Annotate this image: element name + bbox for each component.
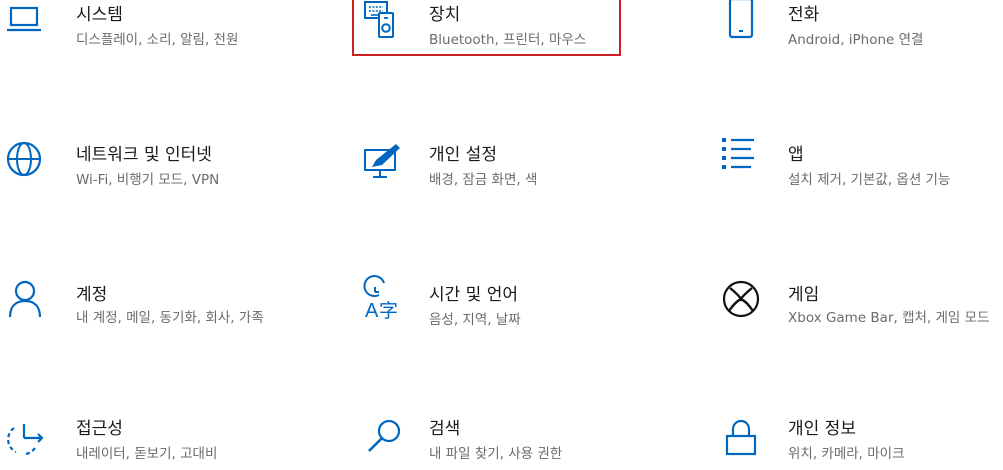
tile-title: 게임 — [788, 285, 820, 305]
svg-text:A: A — [365, 300, 379, 322]
tile-description: Wi-Fi, 비행기 모드, VPN — [76, 172, 220, 188]
tile-description: 내 파일 찾기, 사용 권한 — [429, 446, 563, 462]
tile-title: 검색 — [429, 419, 461, 439]
tile-title: 전화 — [788, 5, 820, 25]
laptop-icon — [6, 2, 46, 42]
tile-accounts[interactable]: 계정 내 계정, 메일, 동기화, 회사, 가족 — [6, 280, 336, 350]
tile-description: Bluetooth, 프린터, 마우스 — [429, 32, 587, 48]
phone-icon — [722, 0, 762, 39]
tile-description: Android, iPhone 연결 — [788, 32, 924, 48]
tile-accessibility[interactable]: 접근성 내레이터, 돋보기, 고대비 — [6, 418, 336, 470]
personalization-icon — [364, 142, 404, 182]
tile-description: 위치, 카메라, 마이크 — [788, 446, 905, 462]
apps-list-icon — [722, 137, 762, 177]
tile-search[interactable]: 검색 내 파일 찾기, 사용 권한 — [364, 418, 664, 470]
lock-icon — [722, 416, 762, 456]
tile-system[interactable]: 시스템 디스플레이, 소리, 알림, 전원 — [6, 0, 336, 60]
time-language-icon: A 字 — [363, 275, 404, 322]
tile-title: 시간 및 언어 — [429, 285, 519, 305]
tile-description: 내 계정, 메일, 동기화, 회사, 가족 — [76, 310, 264, 326]
tile-phone[interactable]: 전화 Android, iPhone 연결 — [722, 0, 1002, 60]
person-icon — [6, 280, 46, 320]
xbox-icon — [722, 280, 762, 320]
tile-title: 시스템 — [76, 5, 123, 25]
tile-description: Xbox Game Bar, 캡처, 게임 모드 — [788, 310, 990, 326]
tile-description: 디스플레이, 소리, 알림, 전원 — [76, 32, 239, 48]
svg-text:字: 字 — [379, 300, 398, 322]
tile-description: 내레이터, 돋보기, 고대비 — [76, 446, 218, 462]
devices-icon — [364, 0, 404, 40]
tile-network[interactable]: 네트워크 및 인터넷 Wi-Fi, 비행기 모드, VPN — [6, 140, 336, 200]
tile-devices[interactable]: 장치 Bluetooth, 프린터, 마우스 — [364, 0, 664, 60]
tile-description: 음성, 지역, 날짜 — [429, 312, 521, 328]
tile-title: 네트워크 및 인터넷 — [76, 145, 212, 165]
tile-title: 장치 — [429, 5, 461, 25]
tile-description: 설치 제거, 기본값, 옵션 기능 — [788, 172, 951, 188]
tile-gaming[interactable]: 게임 Xbox Game Bar, 캡처, 게임 모드 — [722, 280, 1002, 350]
tile-description: 배경, 잠금 화면, 색 — [429, 172, 538, 188]
tile-title: 개인 정보 — [788, 419, 856, 439]
tile-title: 접근성 — [76, 419, 123, 439]
tile-title: 개인 설정 — [429, 145, 497, 165]
tile-personalization[interactable]: 개인 설정 배경, 잠금 화면, 색 — [364, 140, 664, 200]
accessibility-icon — [6, 420, 46, 460]
tile-title: 앱 — [788, 145, 804, 165]
search-icon — [364, 418, 404, 458]
tile-title: 계정 — [76, 285, 108, 305]
tile-apps[interactable]: 앱 설치 제거, 기본값, 옵션 기능 — [722, 137, 1002, 200]
tile-privacy[interactable]: 개인 정보 위치, 카메라, 마이크 — [722, 418, 1002, 470]
tile-time-language[interactable]: A 字 시간 및 언어 음성, 지역, 날짜 — [363, 275, 664, 340]
globe-icon — [6, 140, 46, 180]
